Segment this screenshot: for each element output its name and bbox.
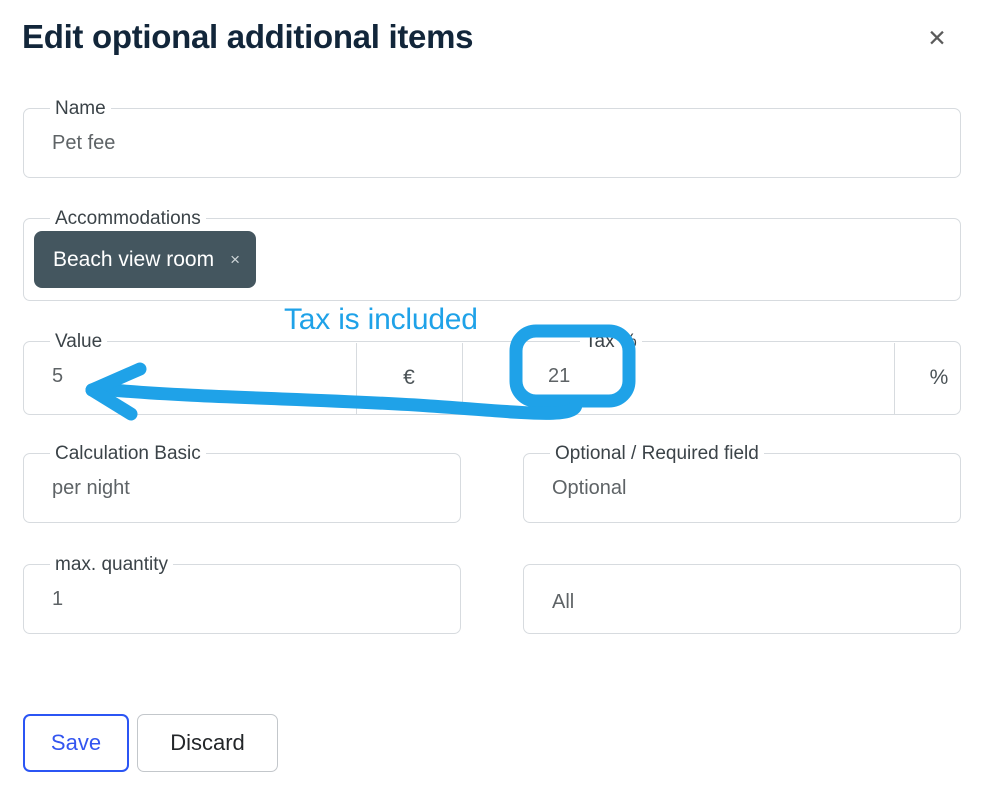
- discard-button[interactable]: Discard: [137, 714, 278, 772]
- accommodation-chip-label: Beach view room: [53, 247, 215, 271]
- percent-icon: %: [929, 366, 949, 389]
- optional-required-field[interactable]: Optional / Required field Optional: [523, 443, 961, 523]
- optional-required-field-label: Optional / Required field: [550, 443, 764, 465]
- name-field[interactable]: Name Pet fee: [23, 98, 961, 178]
- tax-percent-field[interactable]: Tax % 21: [518, 331, 894, 414]
- calculation-basic-field-value: per night: [52, 477, 130, 499]
- name-field-label: Name: [50, 98, 111, 120]
- name-field-value: Pet fee: [52, 132, 116, 154]
- accommodations-field[interactable]: Accommodations Beach view room ×: [23, 208, 961, 301]
- value-tax-field-group[interactable]: Value 5 € Tax % 21 %: [23, 331, 961, 415]
- tax-percent-field-value: 21: [548, 365, 571, 387]
- value-field-value: 5: [52, 365, 64, 387]
- dialog-header: Edit optional additional items ✕: [0, 0, 984, 86]
- accommodation-chip[interactable]: Beach view room ×: [34, 231, 257, 288]
- annotation-note: Tax is included: [284, 303, 478, 336]
- scope-field[interactable]: All: [523, 564, 961, 634]
- page-title: Edit optional additional items: [22, 18, 474, 55]
- max-quantity-field[interactable]: max. quantity 1: [23, 554, 461, 634]
- field-divider: [462, 343, 463, 415]
- calculation-basic-field[interactable]: Calculation Basic per night: [23, 443, 461, 523]
- chip-remove-icon[interactable]: ×: [230, 251, 240, 268]
- scope-field-value: All: [552, 591, 575, 613]
- max-quantity-field-label: max. quantity: [50, 554, 173, 576]
- accommodations-field-label: Accommodations: [50, 208, 206, 230]
- close-icon[interactable]: ✕: [920, 21, 954, 55]
- max-quantity-field-value: 1: [52, 588, 64, 610]
- save-button[interactable]: Save: [23, 714, 129, 772]
- optional-required-field-value: Optional: [552, 477, 627, 499]
- tax-percent-field-label: Tax %: [580, 331, 642, 353]
- calculation-basic-field-label: Calculation Basic: [50, 443, 206, 465]
- value-field-label: Value: [50, 331, 108, 353]
- euro-icon: €: [403, 366, 415, 389]
